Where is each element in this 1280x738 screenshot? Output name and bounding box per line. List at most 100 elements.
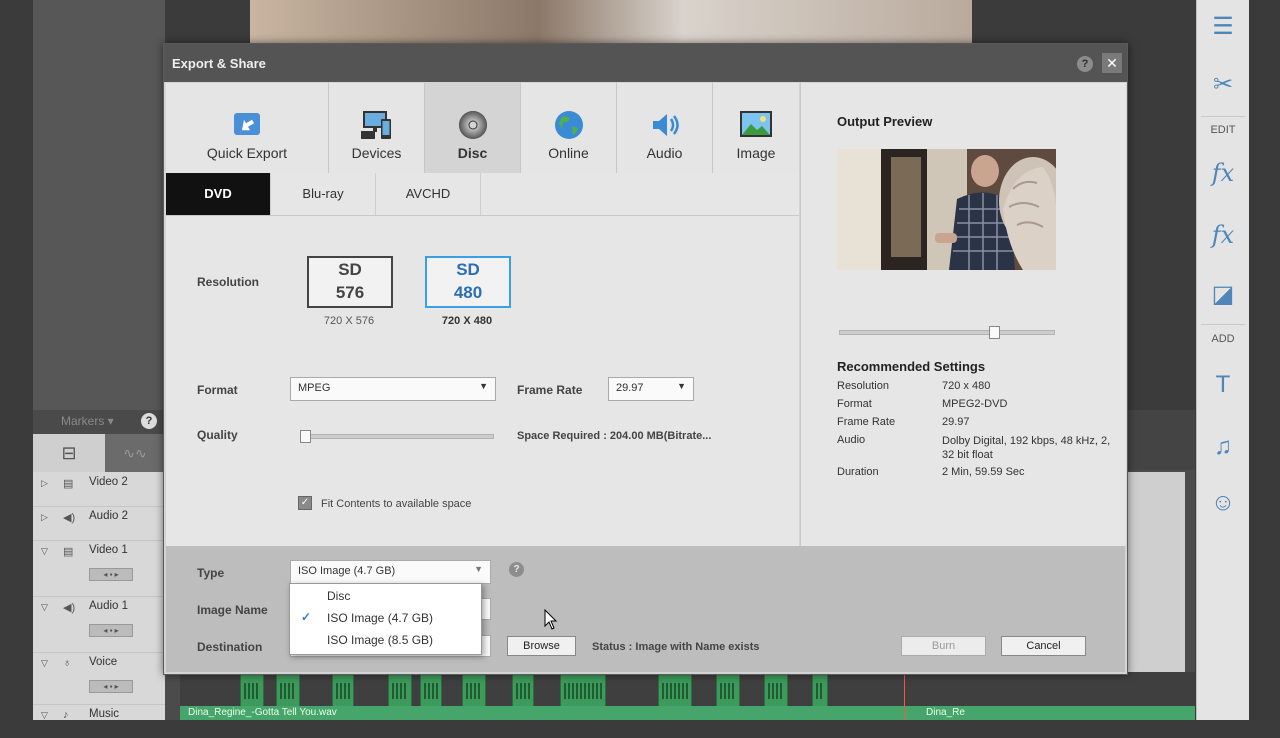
collapse-icon[interactable]: ▽ xyxy=(41,546,48,557)
tab-online[interactable]: Online xyxy=(521,83,617,173)
music-clip-label: Dina_Regine_-Gotta Tell You.wav xyxy=(188,707,337,718)
audio-clip[interactable] xyxy=(560,674,606,708)
audio-clip[interactable] xyxy=(240,674,264,708)
audio-clip[interactable] xyxy=(276,674,300,708)
export-settings-panel: Resolution SD 576 720 X 576 SD 480 720 X… xyxy=(166,216,799,546)
dropdown-option-disc[interactable]: Disc xyxy=(290,585,481,607)
tab-devices[interactable]: Devices xyxy=(329,83,425,173)
track-name: Video 2 xyxy=(89,476,128,488)
quality-label: Quality xyxy=(197,428,238,442)
audio-clip[interactable] xyxy=(658,674,692,708)
track-music[interactable]: ▽ ♪ Music xyxy=(33,704,165,738)
track-voice[interactable]: ▽ ♁ Voice ◂ ▪ ▸ xyxy=(33,652,165,705)
audio-clip[interactable] xyxy=(764,674,788,708)
audio-clip[interactable] xyxy=(420,674,442,708)
option-label: ISO Image (4.7 GB) xyxy=(327,611,434,625)
effects-pencil-icon[interactable]: fx xyxy=(1197,158,1249,188)
track-name: Music xyxy=(89,708,120,720)
resolution-caption: 720 X 480 xyxy=(441,315,493,327)
tab-image[interactable]: Image xyxy=(713,83,799,173)
dialog-titlebar: Export & Share ? ✕ xyxy=(164,44,1127,82)
resolution-sd576-button[interactable]: SD 576 xyxy=(307,256,393,308)
chevron-down-icon: ▼ xyxy=(474,564,483,574)
preview-scrubber[interactable] xyxy=(839,330,1055,335)
track-name: Voice xyxy=(89,656,118,668)
type-select[interactable]: ISO Image (4.7 GB) ▼ xyxy=(290,560,491,584)
audio-waveform-icon[interactable]: ∿∿ xyxy=(105,434,165,472)
adjust-icon[interactable]: ☰ xyxy=(1197,12,1249,42)
fit-contents-checkbox[interactable]: ✓ xyxy=(298,496,312,510)
edit-label: EDIT xyxy=(1210,124,1236,136)
burn-button[interactable]: Burn xyxy=(901,636,986,656)
tools-icon[interactable]: ✂ xyxy=(1197,70,1249,100)
setting-value: 29.97 xyxy=(942,416,970,428)
track-audio-1[interactable]: ▽ ◀) Audio 1 ◂ ▪ ▸ xyxy=(33,596,165,653)
audio-clip[interactable] xyxy=(332,674,354,708)
timeline-ruler xyxy=(1125,410,1195,470)
close-button[interactable]: ✕ xyxy=(1102,53,1122,73)
res-line1: SD xyxy=(338,260,362,279)
title-text-icon[interactable]: T xyxy=(1197,370,1249,400)
output-preview-image xyxy=(837,149,1056,270)
markers-menu[interactable]: Markers ▾ xyxy=(61,414,114,428)
track-controls[interactable]: ◂ ▪ ▸ xyxy=(89,680,133,693)
frame-rate-select[interactable]: 29.97 ▼ xyxy=(608,377,694,401)
dialog-title: Export & Share xyxy=(172,56,266,71)
check-icon: ✓ xyxy=(301,610,312,624)
quality-slider-thumb[interactable] xyxy=(300,430,311,443)
track-video-2[interactable]: ▷ ▤ Video 2 xyxy=(33,472,165,507)
tab-label: Disc xyxy=(457,145,488,161)
resolution-sd480-button[interactable]: SD 480 xyxy=(425,256,511,308)
effects-icon[interactable]: fx xyxy=(1197,220,1249,250)
dropdown-option-iso-4-7[interactable]: ✓ ISO Image (4.7 GB) xyxy=(290,607,481,629)
audio-clip[interactable] xyxy=(512,674,534,708)
frame-rate-value: 29.97 xyxy=(616,382,644,394)
quality-slider[interactable] xyxy=(302,434,494,439)
collapse-icon[interactable]: ▽ xyxy=(41,658,48,669)
setting-key: Frame Rate xyxy=(837,416,896,428)
audio-icon xyxy=(617,109,712,141)
tab-label: Online xyxy=(548,145,589,161)
tab-dvd[interactable]: DVD xyxy=(166,173,271,215)
tab-avchd[interactable]: AVCHD xyxy=(376,173,481,215)
format-label: Format xyxy=(197,383,238,397)
image-name-label: Image Name xyxy=(197,603,268,617)
expand-icon[interactable]: ▷ xyxy=(41,478,48,489)
transition-icon[interactable]: ◪ xyxy=(1197,280,1249,310)
cancel-button[interactable]: Cancel xyxy=(1001,636,1086,656)
expand-icon[interactable]: ▷ xyxy=(41,512,48,523)
audio-clip[interactable] xyxy=(462,674,486,708)
timeline-lane xyxy=(1125,472,1185,672)
track-audio-2[interactable]: ▷ ◀) Audio 2 xyxy=(33,506,165,541)
track-settings-icon[interactable]: ⊟ xyxy=(33,434,105,472)
audio-clip[interactable] xyxy=(812,674,828,708)
res-line2: 576 xyxy=(335,283,365,302)
track-controls[interactable]: ◂ ▪ ▸ xyxy=(89,568,133,581)
help-button[interactable]: ? xyxy=(1077,56,1093,72)
graphics-icon[interactable]: ☺ xyxy=(1197,488,1249,518)
type-help-icon[interactable]: ? xyxy=(509,562,524,577)
tab-label: Devices xyxy=(351,145,402,161)
tab-quick-export[interactable]: Quick Export xyxy=(166,83,329,173)
audio-clip[interactable] xyxy=(388,674,412,708)
track-video-1[interactable]: ▽ ▤ Video 1 ◂ ▪ ▸ xyxy=(33,540,165,597)
setting-value: Dolby Digital, 192 kbps, 48 kHz, 2, 32 b… xyxy=(942,435,1111,461)
divider xyxy=(1201,116,1245,117)
output-preview-title: Output Preview xyxy=(837,114,933,129)
music-icon[interactable]: ♫ xyxy=(1197,432,1249,462)
browse-button[interactable]: Browse xyxy=(507,636,576,656)
help-icon[interactable]: ? xyxy=(141,413,157,429)
track-controls[interactable]: ◂ ▪ ▸ xyxy=(89,624,133,637)
tab-blu-ray[interactable]: Blu-ray xyxy=(271,173,376,215)
audio-clip[interactable] xyxy=(716,674,740,708)
expand-icon[interactable]: ▽ xyxy=(41,710,48,721)
collapse-icon[interactable]: ▽ xyxy=(41,602,48,613)
tab-disc[interactable]: Disc xyxy=(425,83,521,173)
tab-audio[interactable]: Audio xyxy=(617,83,713,173)
playhead[interactable] xyxy=(904,672,905,720)
format-select[interactable]: MPEG ▼ xyxy=(290,377,496,401)
dropdown-option-iso-8-5[interactable]: ISO Image (8.5 GB) xyxy=(290,629,481,651)
music-clip[interactable]: Dina_Regine_-Gotta Tell You.wav Dina_Re xyxy=(180,706,1195,720)
preview-scrubber-thumb[interactable] xyxy=(989,326,1000,339)
resolution-caption: 720 X 576 xyxy=(323,315,375,327)
